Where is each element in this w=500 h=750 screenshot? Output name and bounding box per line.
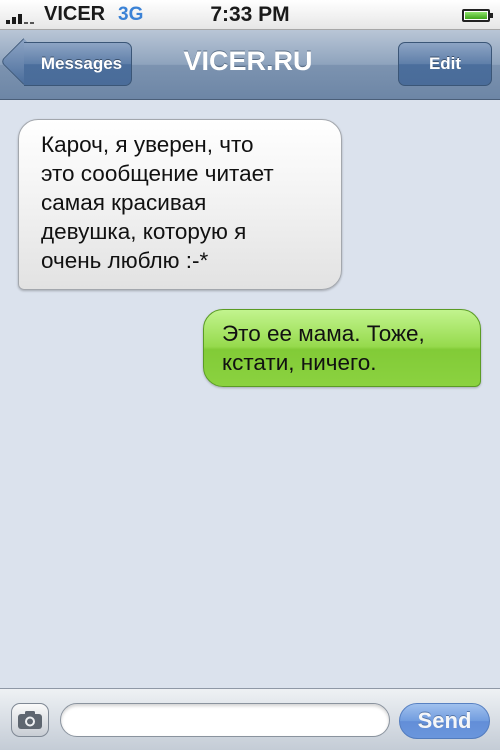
battery-icon <box>462 9 493 22</box>
message-text: Кароч, я уверен, что это сообщение читае… <box>41 132 274 273</box>
camera-button[interactable] <box>11 703 49 737</box>
status-bar: VICER 3G 7:33 PM <box>0 0 500 30</box>
navigation-bar: Messages VICER.RU Edit <box>0 30 500 100</box>
camera-icon <box>18 711 42 729</box>
received-message-bubble[interactable]: Кароч, я уверен, что это сообщение читае… <box>18 119 342 290</box>
conversation-title: VICER.RU <box>183 46 313 76</box>
status-time: 7:33 PM <box>210 3 290 26</box>
battery-level <box>465 12 487 19</box>
send-button[interactable]: Send <box>399 703 490 739</box>
message-input-bar: Send <box>0 688 500 750</box>
message-text-field[interactable] <box>60 703 390 737</box>
edit-button[interactable]: Edit <box>398 42 492 86</box>
message-thread[interactable]: Кароч, я уверен, что это сообщение читае… <box>0 100 500 688</box>
sent-message-bubble[interactable]: Это ее мама. Тоже, кстати, ничего. <box>203 309 481 387</box>
message-text: Это ее мама. Тоже, кстати, ничего. <box>222 321 425 375</box>
back-to-messages-button[interactable]: Messages <box>24 42 132 86</box>
